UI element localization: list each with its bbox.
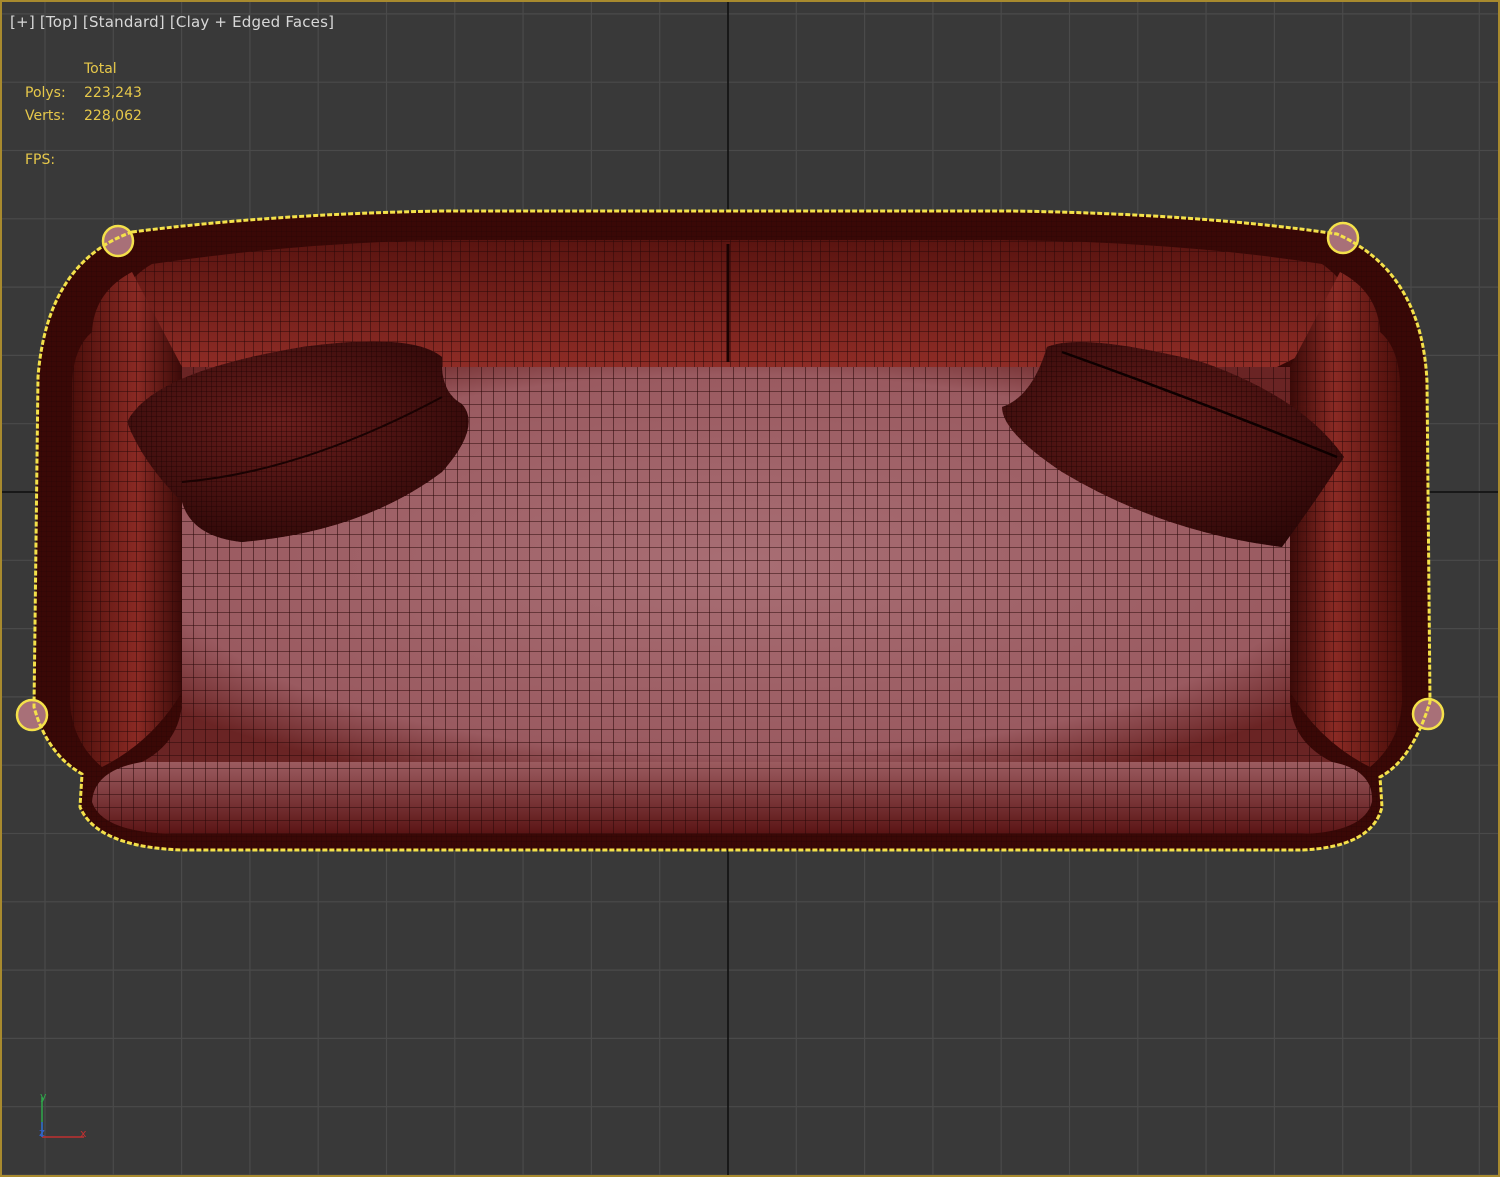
fps-label: FPS:: [25, 152, 56, 168]
sofa-scene[interactable]: [2, 2, 1500, 1177]
statistics-overlay: Total Polys: 223,243 Verts: 228,062: [25, 58, 142, 129]
verts-value: 228,062: [84, 108, 142, 124]
viewport-shading-menu[interactable]: [Standard]: [83, 13, 165, 31]
viewport-plus-menu[interactable]: [+]: [10, 13, 35, 31]
viewport-display-menu[interactable]: [Clay + Edged Faces]: [170, 13, 334, 31]
sofa-model: [15, 209, 1445, 852]
polys-value: 223,243: [84, 84, 142, 101]
viewport-label-menu[interactable]: [+] [Top] [Standard] [Clay + Edged Faces]: [10, 13, 339, 31]
viewport-pov-menu[interactable]: [Top]: [40, 13, 78, 31]
axis-y-label: y: [40, 1090, 47, 1103]
verts-label: Verts:: [25, 108, 66, 124]
viewport-top[interactable]: [+] [Top] [Standard] [Clay + Edged Faces] T…: [0, 0, 1500, 1177]
axis-z-label: z: [39, 1126, 45, 1139]
polys-label: Polys:: [25, 84, 66, 101]
axis-x-label: x: [80, 1127, 87, 1140]
axis-tripod: [41, 1097, 84, 1138]
stats-header: Total: [84, 61, 117, 77]
